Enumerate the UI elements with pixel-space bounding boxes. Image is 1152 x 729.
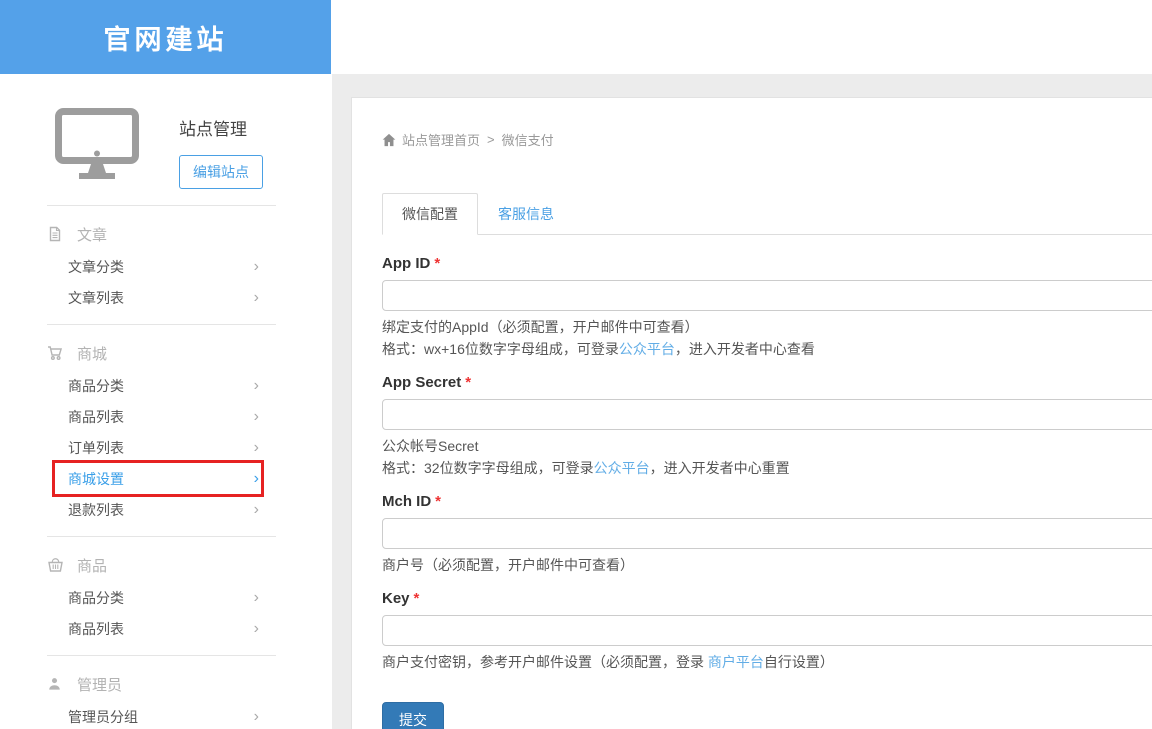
chevron-right-icon: › xyxy=(254,709,259,725)
site-title: 站点管理 xyxy=(179,115,263,140)
wechat-pay-form: App ID* 绑定支付的AppId（必须配置，开户邮件中可查看）格式：wx+16… xyxy=(382,255,1152,673)
sidebar-section-label: 文章 xyxy=(77,224,107,245)
sidebar-item-product-list[interactable]: 商品列表 › xyxy=(68,401,259,432)
chevron-right-icon: › xyxy=(254,471,259,487)
sidebar-item-goods-category[interactable]: 商品分类 › xyxy=(68,582,259,613)
site-block: 站点管理 编辑站点 xyxy=(0,74,331,194)
sidebar-item-label: 商品列表 xyxy=(68,407,124,427)
sidebar-item-label: 退款列表 xyxy=(68,500,124,520)
sidebar-item-mall-settings[interactable]: 商城设置 › xyxy=(68,463,259,494)
sidebar-item-article-list[interactable]: 文章列表 › xyxy=(68,282,259,313)
sidebar-divider xyxy=(47,324,276,325)
chevron-right-icon: › xyxy=(254,502,259,518)
key-input[interactable] xyxy=(382,615,1152,646)
app-id-label: App ID* xyxy=(382,255,1152,272)
required-asterisk: * xyxy=(434,255,440,272)
sidebar-item-admin-groups[interactable]: 管理员分组 › xyxy=(68,701,259,729)
tab-bar: 微信配置 客服信息 xyxy=(382,193,1152,235)
monitor-icon xyxy=(55,108,139,194)
tab-customer-service[interactable]: 客服信息 xyxy=(478,193,574,235)
field-app-id: App ID* 绑定支付的AppId（必须配置，开户邮件中可查看）格式：wx+16… xyxy=(382,255,1152,360)
edit-site-button[interactable]: 编辑站点 xyxy=(179,155,263,189)
sidebar-sections: 文章文章分类›文章列表›商城商品分类›商品列表›订单列表›商城设置›退款列表›商… xyxy=(0,205,331,729)
brand-header: 官网建站 xyxy=(0,0,331,74)
help-text: 商户支付密钥，参考开户邮件设置（必须配置，登录 商户平台自行设置） xyxy=(382,651,1152,673)
app-title: 官网建站 xyxy=(104,18,228,57)
breadcrumb-home-link[interactable]: 站点管理首页 xyxy=(402,130,480,149)
content-card: 站点管理首页 > 微信支付 微信配置 客服信息 App ID* 绑定支付的AppI… xyxy=(351,97,1152,729)
cart-icon xyxy=(47,345,64,362)
chevron-right-icon: › xyxy=(254,290,259,306)
chevron-right-icon: › xyxy=(254,590,259,606)
sidebar-item-label: 商城设置 xyxy=(68,469,124,489)
sidebar-section-header-goods: 商品 xyxy=(0,548,331,582)
sidebar-item-order-list[interactable]: 订单列表 › xyxy=(68,432,259,463)
sidebar-section-goods: 商品商品分类 › 商品列表 › xyxy=(0,536,331,644)
breadcrumb: 站点管理首页 > 微信支付 xyxy=(382,130,1152,149)
sidebar-section-admins: 管理员管理员分组 › xyxy=(0,655,331,729)
main-area: 站点管理首页 > 微信支付 微信配置 客服信息 App ID* 绑定支付的AppI… xyxy=(332,74,1152,729)
mch-id-input[interactable] xyxy=(382,518,1152,549)
sidebar-section-label: 商城 xyxy=(77,343,107,364)
chevron-right-icon: › xyxy=(254,259,259,275)
chevron-right-icon: › xyxy=(254,440,259,456)
sidebar-item-label: 商品分类 xyxy=(68,376,124,396)
sidebar-item-label: 管理员分组 xyxy=(68,707,138,727)
site-info: 站点管理 编辑站点 xyxy=(179,108,263,194)
sidebar-section-mall: 商城商品分类 › 商品列表 › 订单列表 › 商城设置 › 退款列表 › xyxy=(0,324,331,525)
sidebar-section-label: 商品 xyxy=(77,555,107,576)
sidebar-divider xyxy=(47,536,276,537)
chevron-right-icon: › xyxy=(254,409,259,425)
sidebar: 站点管理 编辑站点 文章文章分类›文章列表›商城商品分类›商品列表›订单列表›商… xyxy=(0,74,331,729)
app-secret-label: App Secret* xyxy=(382,374,1152,391)
tab-wechat-config[interactable]: 微信配置 xyxy=(382,193,478,235)
help-text: 格式：wx+16位数字字母组成，可登录公众平台，进入开发者中心查看 xyxy=(382,338,1152,360)
app-root: 官网建站 站点管理 编辑站点 文章文章分类›文章列表›商城商品分类›商品列表›订… xyxy=(0,0,1152,729)
breadcrumb-current: 微信支付 xyxy=(502,130,554,149)
key-label: Key* xyxy=(382,590,1152,607)
breadcrumb-separator: > xyxy=(487,132,495,147)
help-text: 绑定支付的AppId（必须配置，开户邮件中可查看） xyxy=(382,316,1152,338)
user-icon xyxy=(47,676,64,693)
mp-platform-link[interactable]: 公众平台 xyxy=(619,341,675,357)
sidebar-item-article-category[interactable]: 文章分类 › xyxy=(68,251,259,282)
sidebar-section-header-admins: 管理员 xyxy=(0,667,331,701)
chevron-right-icon: › xyxy=(254,621,259,637)
sidebar-section-header-articles: 文章 xyxy=(0,217,331,251)
submit-button[interactable]: 提交 xyxy=(382,702,444,729)
mch-id-label: Mch ID* xyxy=(382,493,1152,510)
required-asterisk: * xyxy=(465,374,471,391)
topbar xyxy=(331,0,1152,74)
sidebar-item-product-category[interactable]: 商品分类 › xyxy=(68,370,259,401)
sidebar-item-label: 商品列表 xyxy=(68,619,124,639)
home-icon xyxy=(382,133,396,147)
sidebar-item-label: 商品分类 xyxy=(68,588,124,608)
sidebar-item-goods-list[interactable]: 商品列表 › xyxy=(68,613,259,644)
merchant-platform-link[interactable]: 商户平台 xyxy=(708,654,764,670)
required-asterisk: * xyxy=(435,493,441,510)
sidebar-item-label: 订单列表 xyxy=(68,438,124,458)
mp-platform-link[interactable]: 公众平台 xyxy=(594,460,650,476)
app-secret-input[interactable] xyxy=(382,399,1152,430)
article-icon xyxy=(47,226,64,243)
sidebar-section-articles: 文章文章分类 › 文章列表 › xyxy=(0,205,331,313)
sidebar-item-refund-list[interactable]: 退款列表 › xyxy=(68,494,259,525)
app-id-input[interactable] xyxy=(382,280,1152,311)
field-key: Key* 商户支付密钥，参考开户邮件设置（必须配置，登录 商户平台自行设置） xyxy=(382,590,1152,673)
basket-icon xyxy=(47,557,64,574)
sidebar-item-label: 文章分类 xyxy=(68,257,124,277)
field-mch-id: Mch ID* 商户号（必须配置，开户邮件中可查看） xyxy=(382,493,1152,576)
sidebar-item-label: 文章列表 xyxy=(68,288,124,308)
help-text: 格式：32位数字字母组成，可登录公众平台，进入开发者中心重置 xyxy=(382,457,1152,479)
required-asterisk: * xyxy=(414,590,420,607)
sidebar-section-label: 管理员 xyxy=(77,674,122,695)
help-text: 公众帐号Secret xyxy=(382,435,1152,457)
sidebar-section-header-mall: 商城 xyxy=(0,336,331,370)
field-app-secret: App Secret* 公众帐号Secret格式：32位数字字母组成，可登录公众平… xyxy=(382,374,1152,479)
sidebar-divider xyxy=(47,205,276,206)
help-text: 商户号（必须配置，开户邮件中可查看） xyxy=(382,554,1152,576)
chevron-right-icon: › xyxy=(254,378,259,394)
sidebar-divider xyxy=(47,655,276,656)
